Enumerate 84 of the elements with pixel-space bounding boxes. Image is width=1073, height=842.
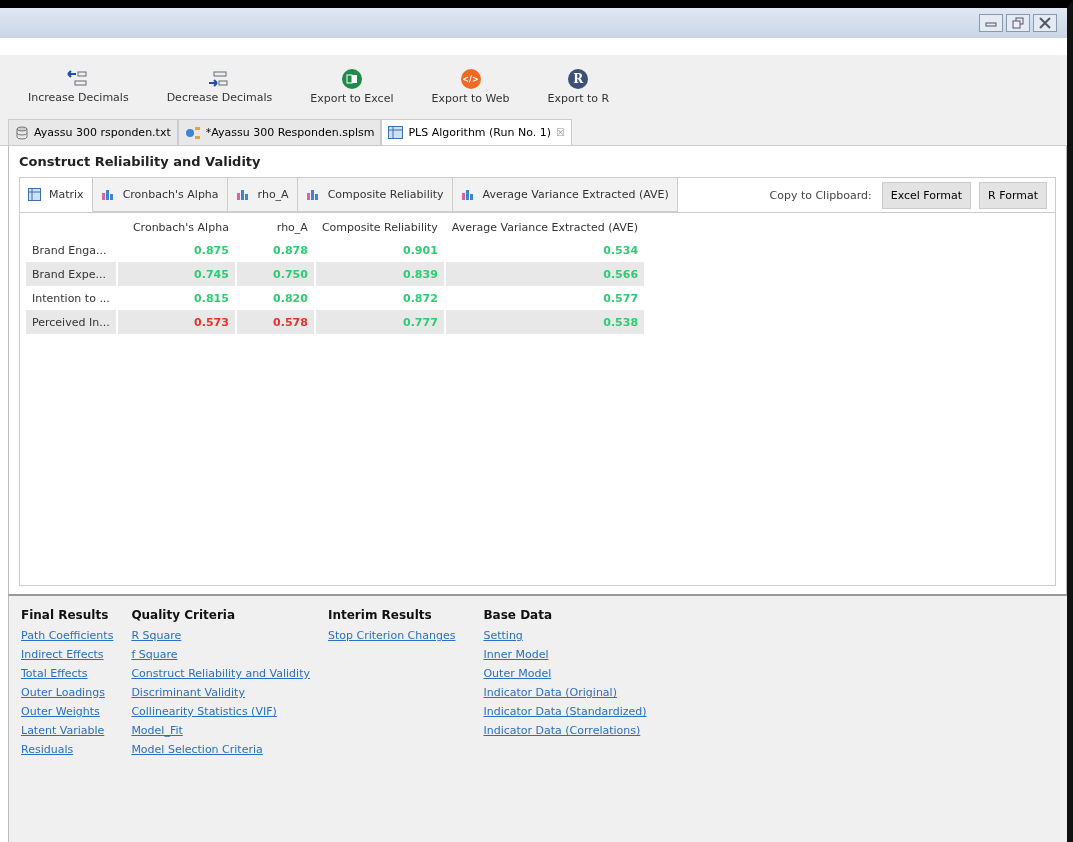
close-tab-icon[interactable]: ☒ <box>556 127 565 138</box>
bar-chart-icon <box>305 188 320 201</box>
toolbar-button[interactable]: Decrease Decimals <box>162 70 277 104</box>
bar-chart-icon <box>460 188 475 201</box>
editor-tab[interactable]: PLS Algorithm (Run No. 1) ☒ <box>381 119 572 145</box>
section-title: Construct Reliability and Validity <box>19 154 262 169</box>
table-cell: 0.573 <box>117 310 235 334</box>
editor-tab[interactable]: Ayassu 300 rsponden.txt <box>8 119 178 145</box>
row-header: Intention to ... <box>31 290 111 307</box>
close-button[interactable] <box>1033 14 1057 32</box>
result-link[interactable]: Residuals <box>21 742 114 757</box>
view-tab[interactable]: Average Variance Extracted (AVE) <box>452 178 678 212</box>
table-cell-text: 0.577 <box>602 290 640 307</box>
database-icon <box>15 125 29 140</box>
result-link[interactable]: Outer Model <box>483 666 647 681</box>
r-logo-icon: R <box>568 69 589 89</box>
result-link[interactable]: Indicator Data (Standardized) <box>483 704 647 719</box>
result-link[interactable]: Indicator Data (Correlations) <box>483 723 647 738</box>
table-cell: 0.745 <box>117 262 235 286</box>
column-header: rho_A <box>275 220 309 236</box>
result-link[interactable]: Model Selection Criteria <box>131 742 310 757</box>
row-header: Brand Expe... <box>26 262 116 286</box>
result-link[interactable]: Total Effects <box>21 666 114 681</box>
table-cell-text: 0.815 <box>193 290 230 307</box>
table-cell-text: 0.820 <box>272 290 309 307</box>
result-link[interactable]: Discriminant Validity <box>131 685 310 700</box>
result-link[interactable]: Outer Loadings <box>21 685 114 700</box>
result-link[interactable]: Indicator Data (Original) <box>483 685 647 700</box>
table-cell-text: 0.875 <box>193 242 230 259</box>
minimize-button[interactable] <box>979 14 1003 32</box>
view-tab[interactable]: Cronbach's Alpha <box>92 178 228 212</box>
result-link[interactable]: Outer Weights <box>21 704 114 719</box>
table-cell-text: 0.534 <box>602 242 640 259</box>
result-link[interactable]: Stop Criterion Changes <box>328 628 456 643</box>
table-cell-text: 0.878 <box>272 242 309 259</box>
toolbar-button[interactable]: </> Export to Web <box>427 69 514 105</box>
column-header: Composite Reliability <box>320 220 439 236</box>
toolbar-button[interactable]: Increase Decimals <box>24 70 133 104</box>
column-header: Average Variance Extracted (AVE) <box>450 220 640 236</box>
group-title: Final Results <box>21 608 110 622</box>
clipboard-label: Copy to Clipboard: <box>769 188 872 202</box>
bar-chart-icon <box>235 188 250 201</box>
result-link[interactable]: Collinearity Statistics (VIF) <box>131 704 310 719</box>
table-cell-text: 0.872 <box>402 290 439 307</box>
toolbar-button[interactable]: Export to Excel <box>306 69 398 105</box>
table-cell-text: 0.901 <box>402 242 439 259</box>
copy-format-button[interactable]: R Format <box>979 181 1047 209</box>
code-icon: </> <box>460 69 481 89</box>
spreadsheet-icon <box>341 69 362 89</box>
table-icon <box>28 188 41 201</box>
table-cell: 0.777 <box>315 310 444 334</box>
restore-button[interactable] <box>1006 14 1030 32</box>
row-header: Perceived In... <box>26 310 116 334</box>
row-header: Brand Enga... <box>31 242 108 259</box>
result-link[interactable]: Latent Variable <box>21 723 114 738</box>
result-link[interactable]: Setting <box>483 628 647 643</box>
column-header: Cronbach's Alpha <box>131 220 230 236</box>
editor-tab[interactable]: *Ayassu 300 Responden.splsm <box>177 119 382 145</box>
decimals-icon <box>208 70 231 88</box>
restore-icon <box>1011 17 1025 29</box>
view-tab[interactable]: rho_A <box>227 178 298 212</box>
table-cell: 0.839 <box>315 262 444 286</box>
model-icon <box>184 125 201 140</box>
decimals-icon <box>67 70 90 88</box>
result-link[interactable]: Indirect Effects <box>21 647 114 662</box>
group-title: Quality Criteria <box>131 608 237 622</box>
result-link[interactable]: R Square <box>131 628 310 643</box>
bar-chart-icon <box>100 188 115 201</box>
result-link[interactable]: Model_Fit <box>131 723 310 738</box>
table-icon <box>388 126 404 139</box>
result-link[interactable]: Inner Model <box>483 647 647 662</box>
table-cell: 0.566 <box>445 262 645 286</box>
toolbar-button[interactable]: R Export to R <box>543 69 614 105</box>
table-cell: 0.578 <box>236 310 314 334</box>
view-tab[interactable]: Composite Reliability <box>297 178 453 212</box>
group-title: Base Data <box>483 608 554 622</box>
copy-format-button[interactable]: Excel Format <box>881 181 972 209</box>
table-cell: 0.538 <box>445 310 645 334</box>
result-link[interactable]: Path Coefficients <box>21 628 114 643</box>
result-link[interactable]: f Square <box>131 647 310 662</box>
table-cell: 0.750 <box>236 262 314 286</box>
close-icon <box>1038 17 1052 29</box>
result-link[interactable]: Construct Reliability and Validity <box>131 666 310 681</box>
group-title: Interim Results <box>328 608 433 622</box>
